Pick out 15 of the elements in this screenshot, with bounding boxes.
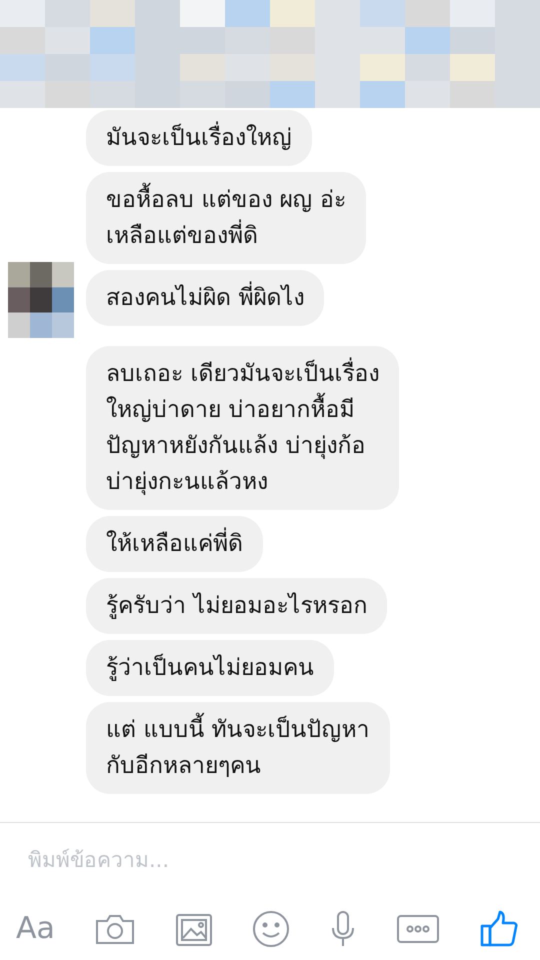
camera-icon[interactable] bbox=[94, 912, 135, 944]
text-format-button[interactable]: Aa bbox=[16, 911, 55, 946]
message-bubble: แต่ แบบนี้ ทันจะเป็นปัญหา กับอีกหลายๆคน bbox=[86, 702, 390, 794]
message-bubble: ขอหื้อลบ แต่ของ ผญ อ่ะ เหลือแต่ของพี่ดิ bbox=[86, 172, 366, 264]
message-bubble: มันจะเป็นเรื่องใหญ่ bbox=[86, 110, 312, 166]
message-bubble: ให้เหลือแค่พี่ดิ bbox=[86, 516, 263, 572]
microphone-icon[interactable] bbox=[330, 910, 356, 948]
message-bubble: รู้ว่าเป็นคนไม่ยอมคน bbox=[86, 640, 334, 696]
message-bubble: รู้ครับว่า ไม่ยอมอะไรหรอก bbox=[86, 578, 388, 634]
message-bubble: ลบเถอะ เดียวมันจะเป็นเรื่อง ใหญ่บ่าดาย บ่าอยากหื้อมี ปัญหาหยังกันแล้ง บ่ายุ่งก้อ บ่ายุ่งกะนแล้วหง bbox=[86, 346, 400, 510]
thumbs-up-icon[interactable] bbox=[480, 910, 518, 948]
smiley-icon[interactable] bbox=[252, 910, 290, 948]
message-input[interactable]: พิมพ์ข้อความ... bbox=[26, 847, 514, 873]
more-icon[interactable] bbox=[396, 914, 440, 944]
message-bubble: สองคนไม่ผิด พี่ผิดไง bbox=[86, 270, 324, 326]
